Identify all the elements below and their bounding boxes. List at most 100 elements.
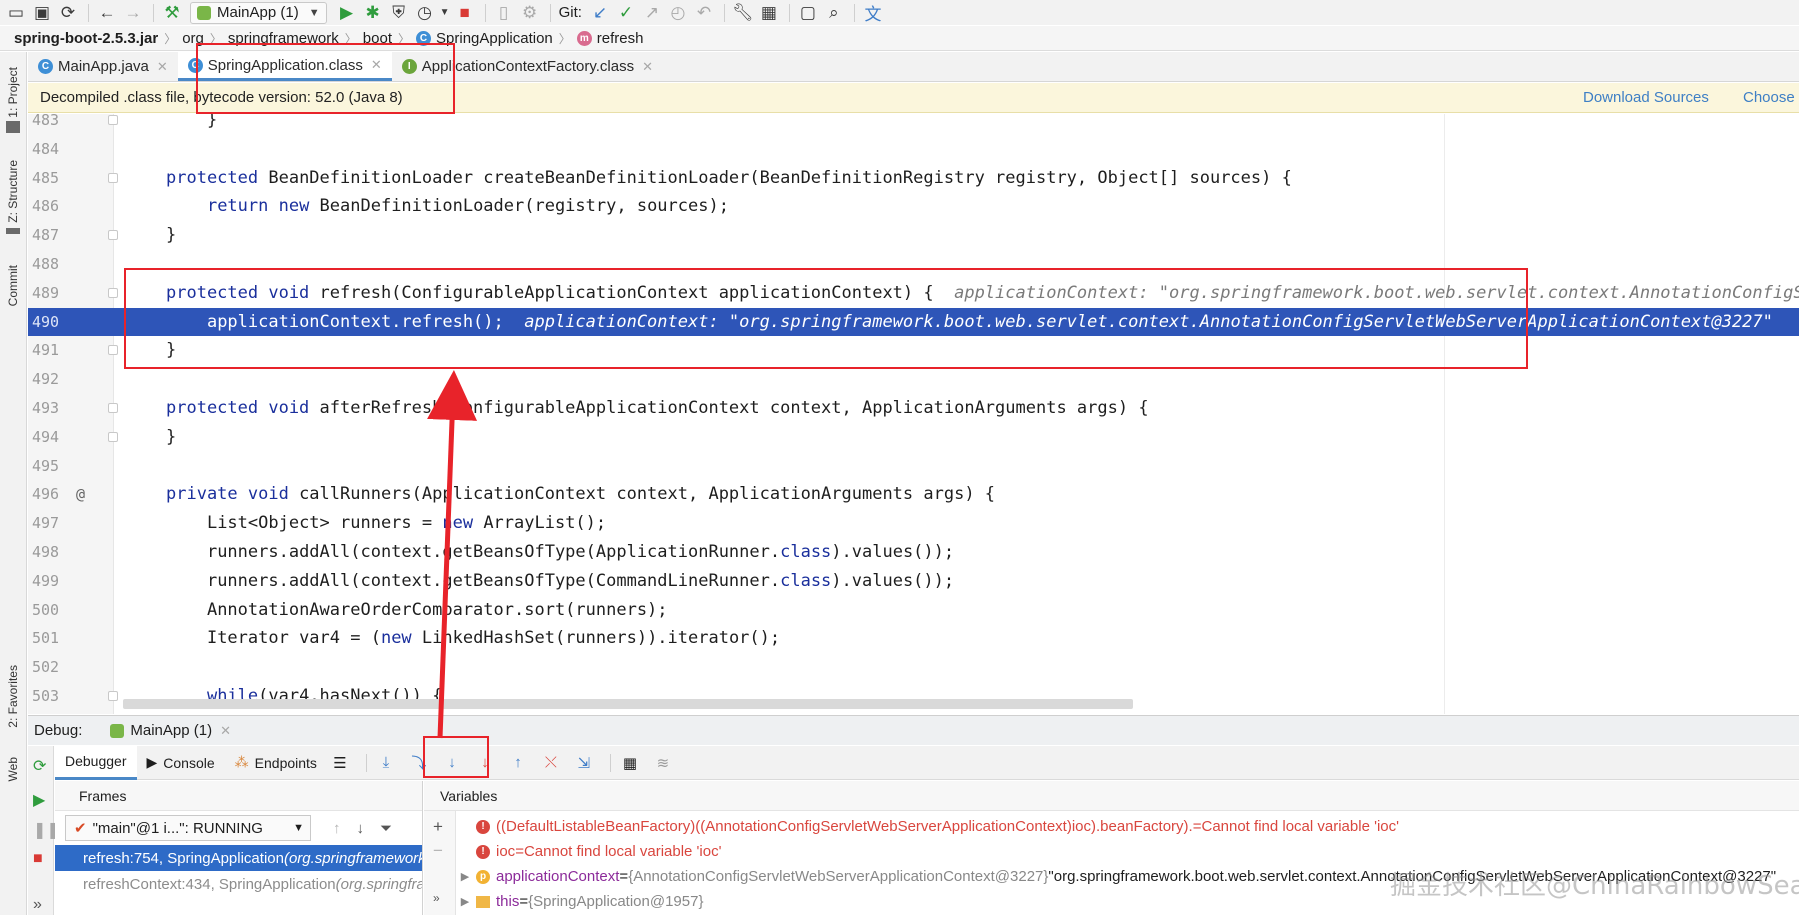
code-line[interactable]: 492 xyxy=(28,365,1799,394)
code-line[interactable]: 498 runners.addAll(context.getBeansOfTyp… xyxy=(28,538,1799,567)
thread-select[interactable]: ✔ "main"@1 i...": RUNNING ▼ xyxy=(65,815,311,841)
add-watch-icon[interactable]: + xyxy=(433,817,443,837)
line-number[interactable]: 499 xyxy=(32,567,68,596)
line-number[interactable]: 498 xyxy=(32,538,68,567)
tab-applicationcontextfactory-class[interactable]: I ApplicationContextFactory.class ✕ xyxy=(392,52,663,81)
step-out-icon[interactable]: ↑ xyxy=(505,750,531,776)
fold-marker-icon[interactable] xyxy=(108,115,118,125)
back-icon[interactable]: ← xyxy=(95,2,119,24)
line-number[interactable]: 502 xyxy=(32,653,68,682)
code-line[interactable]: 499 runners.addAll(context.getBeansOfTyp… xyxy=(28,567,1799,596)
wrench-settings-icon[interactable]: 🔧︎ xyxy=(731,2,755,24)
code-line[interactable]: 497 List<Object> runners = new ArrayList… xyxy=(28,509,1799,538)
fold-marker-icon[interactable] xyxy=(108,691,118,701)
code-line[interactable]: 495 xyxy=(28,452,1799,481)
close-icon[interactable]: ✕ xyxy=(157,59,168,75)
expand-arrow-icon[interactable]: ▶ xyxy=(456,870,474,883)
watch-row[interactable]: ! ((DefaultListableBeanFactory)((Annotat… xyxy=(456,814,1799,839)
code-line[interactable]: 484 xyxy=(28,135,1799,164)
drop-frame-icon[interactable]: ⤬ xyxy=(538,750,564,776)
terminal-window-icon[interactable]: ▢ xyxy=(796,2,820,24)
code-line[interactable]: 494} xyxy=(28,423,1799,452)
tab-debugger[interactable]: Debugger xyxy=(55,745,137,780)
resume-program-icon[interactable]: ▶ xyxy=(33,790,45,810)
close-icon[interactable]: ✕ xyxy=(371,57,382,73)
line-number[interactable]: 495 xyxy=(32,452,68,481)
menu-lines-icon[interactable]: ☰ xyxy=(327,750,353,776)
git-commit-check-icon[interactable]: ✓ xyxy=(614,2,638,24)
code-line[interactable]: 489 protected void refresh(ConfigurableAp… xyxy=(28,279,1799,308)
attach-icon[interactable]: ▯ xyxy=(492,2,516,24)
breadcrumb-jar[interactable]: spring-boot-2.5.3.jar xyxy=(14,30,158,47)
fold-marker-icon[interactable] xyxy=(108,172,118,183)
line-number[interactable]: 485 xyxy=(32,164,68,193)
line-number[interactable]: 487 xyxy=(32,221,68,250)
tab-springapplication-class[interactable]: C SpringApplication.class ✕ xyxy=(177,52,392,81)
tab-endpoints[interactable]: ⁂ Endpoints xyxy=(225,746,327,780)
rerun-icon[interactable]: ⟳ xyxy=(33,756,46,776)
line-number[interactable]: 494 xyxy=(32,423,68,452)
breadcrumb-class[interactable]: C SpringApplication xyxy=(416,30,553,47)
more-run-options-icon[interactable]: ▼ xyxy=(439,2,451,24)
profile-icon[interactable]: ◷ xyxy=(413,2,437,24)
code-line[interactable]: 490 applicationContext.refresh(); applic… xyxy=(28,307,1799,337)
code-line[interactable]: 483 } xyxy=(28,114,1799,135)
git-update-icon[interactable]: ↙ xyxy=(588,2,612,24)
previous-frame-icon[interactable]: ↑ xyxy=(333,820,341,837)
build-hammer-icon[interactable]: ⚒ xyxy=(160,2,184,24)
line-number[interactable]: 486 xyxy=(32,192,68,221)
fold-marker-icon[interactable] xyxy=(108,230,118,241)
close-icon[interactable]: ✕ xyxy=(642,59,653,75)
line-number[interactable]: 501 xyxy=(32,624,68,653)
save-all-icon[interactable]: ▣ xyxy=(30,2,54,24)
stop-icon[interactable]: ■ xyxy=(453,2,477,24)
settings-run-icon[interactable]: ⚙ xyxy=(518,2,542,24)
open-folder-icon[interactable]: ▭ xyxy=(4,2,28,24)
line-number[interactable]: 503 xyxy=(32,682,68,711)
choose-sources-link[interactable]: Choose Sources... xyxy=(1743,89,1799,106)
commit-tool-tab[interactable]: Commit xyxy=(3,257,23,315)
breadcrumb-method[interactable]: m refresh xyxy=(576,30,643,47)
project-tool-tab[interactable]: 1: Project xyxy=(3,58,23,126)
line-number[interactable]: 488 xyxy=(32,250,68,279)
fold-marker-icon[interactable] xyxy=(108,345,118,356)
search-icon[interactable]: ⌕ xyxy=(822,2,846,24)
line-number[interactable]: 483 xyxy=(32,114,68,135)
evaluate-expression-icon[interactable]: ▦ xyxy=(617,750,643,776)
trace-current-stream-icon[interactable]: ≋ xyxy=(650,750,676,776)
show-execution-point-icon[interactable]: ⤓ xyxy=(373,750,399,776)
line-number[interactable]: 489 xyxy=(32,279,68,308)
sync-icon[interactable]: ⟳ xyxy=(56,2,80,24)
more-icon[interactable]: » xyxy=(33,896,42,914)
stop-icon[interactable]: ■ xyxy=(33,850,43,868)
breadcrumb-package-boot[interactable]: boot xyxy=(363,30,392,47)
fold-marker-icon[interactable] xyxy=(108,431,118,442)
tab-mainapp-java[interactable]: C MainApp.java ✕ xyxy=(28,52,178,81)
tab-console[interactable]: ▶ Console xyxy=(137,746,225,780)
run-configuration-select[interactable]: MainApp (1) ▼ xyxy=(190,1,327,24)
git-rollback-icon[interactable]: ↶ xyxy=(692,2,716,24)
close-icon[interactable]: ✕ xyxy=(220,723,231,739)
download-sources-link[interactable]: Download Sources xyxy=(1583,89,1709,106)
favorites-tool-tab[interactable]: 2: Favorites xyxy=(3,652,23,740)
line-number[interactable]: 491 xyxy=(32,336,68,365)
step-over-icon[interactable]: ⤵ xyxy=(406,750,432,776)
web-tool-tab[interactable]: Web xyxy=(3,749,23,789)
forward-icon[interactable]: → xyxy=(121,2,145,24)
debug-bug-icon[interactable]: ✱ xyxy=(361,2,385,24)
git-push-icon[interactable]: ↗ xyxy=(640,2,664,24)
variable-row[interactable]: ▶ this = {SpringApplication@1957} xyxy=(456,889,1799,914)
code-line[interactable]: 500 AnnotationAwareOrderComparator.sort(… xyxy=(28,596,1799,625)
translate-icon[interactable]: 文 xyxy=(861,2,885,24)
code-line[interactable]: 501 Iterator var4 = (new LinkedHashSet(r… xyxy=(28,624,1799,653)
expand-arrow-icon[interactable]: ▶ xyxy=(456,895,474,908)
more-icon[interactable]: » xyxy=(433,891,440,905)
code-line[interactable]: 491} xyxy=(28,336,1799,365)
remove-watch-icon[interactable]: − xyxy=(433,841,443,861)
frame-row[interactable]: refreshContext:434, SpringApplication (o… xyxy=(55,871,422,897)
breadcrumb-package-org[interactable]: org xyxy=(182,30,204,47)
project-structure-icon[interactable]: ▦ xyxy=(757,2,781,24)
variable-row[interactable]: ▶ p applicationContext = {AnnotationConf… xyxy=(456,864,1799,889)
force-step-into-icon[interactable]: ↓ xyxy=(472,750,498,776)
line-number[interactable]: 493 xyxy=(32,394,68,423)
